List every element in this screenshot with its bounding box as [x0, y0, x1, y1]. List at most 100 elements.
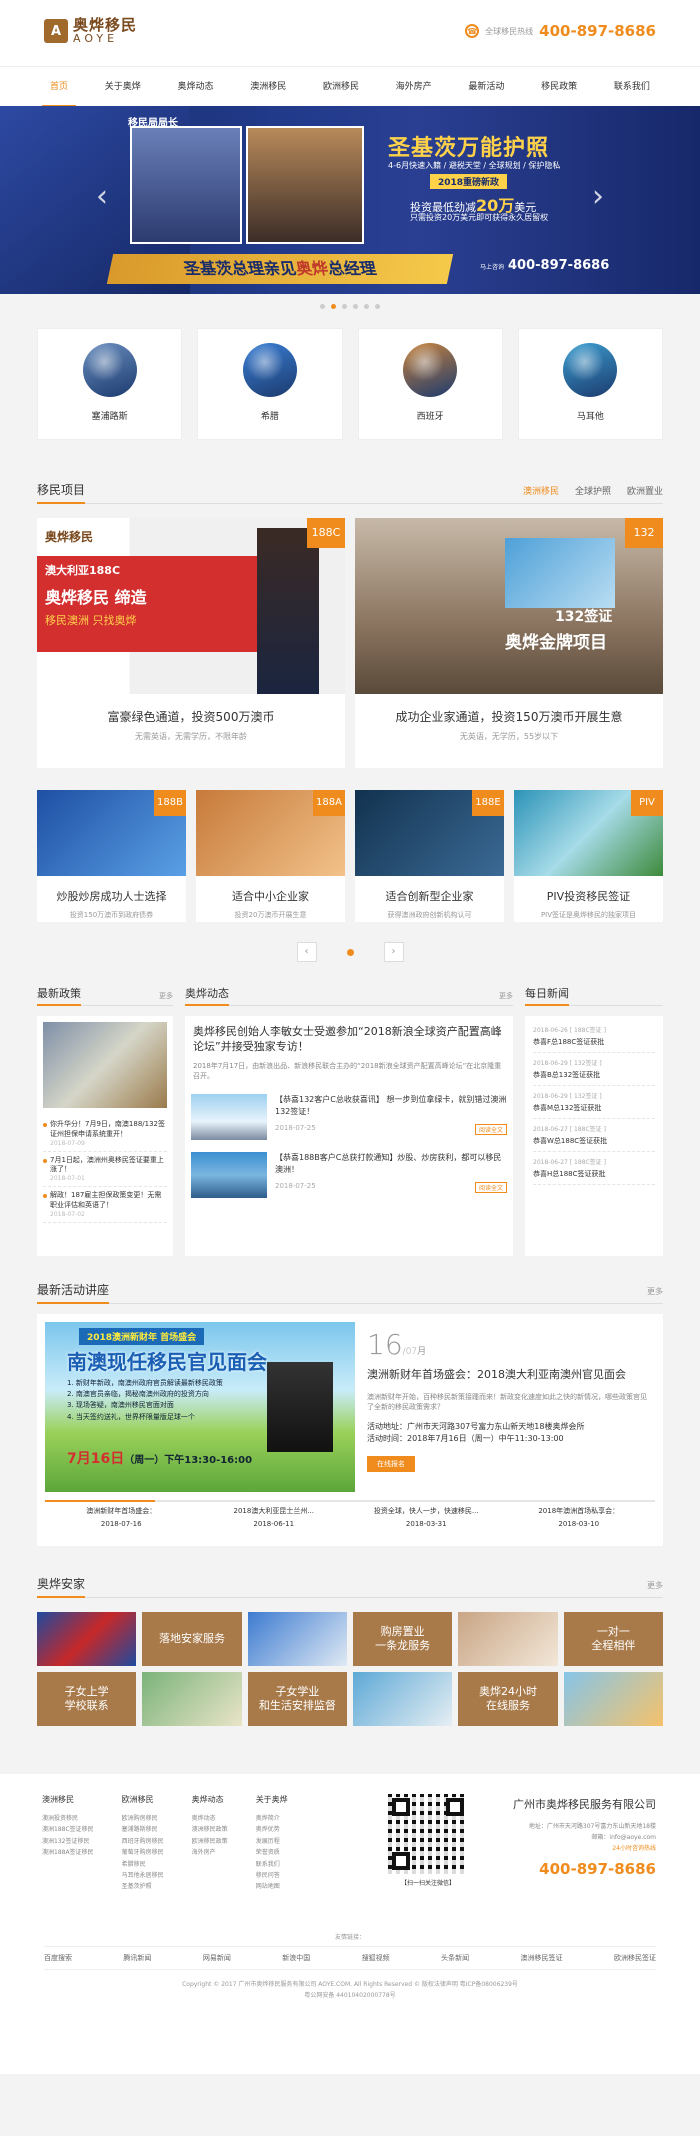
banner-dot-active[interactable]	[331, 303, 336, 309]
nav-item-property[interactable]: 海外房产	[388, 67, 440, 107]
service-tile[interactable]: 购房置业 一条龙服务	[353, 1612, 453, 1666]
footer-link[interactable]: 希腊移民	[122, 1859, 164, 1870]
footer-link[interactable]: 荣誉资质	[256, 1847, 288, 1858]
footer-link[interactable]: 奥烨简介	[256, 1813, 288, 1824]
banner-prev-icon[interactable]: ‹	[96, 182, 108, 212]
site-logo[interactable]: A 奥烨移民 AOYE	[44, 18, 137, 44]
event-poster[interactable]: 2018澳洲新财年 首场盛会 南澳现任移民官见面会 1. 新财年新政，南澳州政府…	[45, 1322, 355, 1492]
footer-link[interactable]: 澳洲投资移民	[42, 1813, 94, 1824]
prev-page-icon[interactable]: ‹	[296, 942, 317, 962]
footer-link[interactable]: 塞浦路斯移民	[122, 1824, 164, 1835]
country-card[interactable]: 马耳他	[517, 328, 663, 440]
footer-link[interactable]: 马耳他永居移民	[122, 1870, 164, 1881]
nav-item-home[interactable]: 首页	[42, 67, 77, 107]
nav-item-contact[interactable]: 联系我们	[606, 67, 658, 107]
footer-link[interactable]: 西班牙购房移民	[122, 1836, 164, 1847]
project-card-small[interactable]: 188E 适合创新型企业家 获得澳洲政府创新机构认可	[355, 790, 504, 922]
friend-link[interactable]: 头条新闻	[441, 1953, 469, 1963]
friend-link[interactable]: 腾讯新闻	[123, 1953, 151, 1963]
event-title[interactable]: 澳洲新财年首场盛会：2018澳大利亚南澳州官见面会	[367, 1367, 651, 1384]
home-more-link[interactable]: 更多	[647, 1580, 663, 1597]
friend-link[interactable]: 新浪中国	[282, 1953, 310, 1963]
banner-dot[interactable]	[342, 303, 347, 309]
nav-item-europe[interactable]: 欧洲移民	[315, 67, 367, 107]
footer-link[interactable]: 移民问答	[256, 1870, 288, 1881]
banner-dot[interactable]	[320, 303, 325, 309]
country-card[interactable]: 希腊	[197, 328, 343, 440]
nav-item-events[interactable]: 最新活动	[460, 67, 512, 107]
event-list-item[interactable]: 澳洲新财年首场盛会： 2018-07-16	[45, 1506, 198, 1528]
country-card[interactable]: 塞浦路斯	[37, 328, 183, 440]
trend-headline[interactable]: 奥烨移民创始人李敏女士受邀参加“2018新浪全球资产配置高峰论坛”并接受独家专访…	[191, 1022, 507, 1057]
event-list-item[interactable]: 2018澳大利亚昆士兰州... 2018-06-11	[198, 1506, 351, 1528]
footer-link[interactable]: 奥烨动态	[192, 1813, 228, 1824]
nav-item-news[interactable]: 奥烨动态	[169, 67, 221, 107]
footer-link[interactable]: 联系我们	[256, 1859, 288, 1870]
service-tile[interactable]: 落地安家服务	[142, 1612, 242, 1666]
events-more-link[interactable]: 更多	[647, 1286, 663, 1303]
register-button[interactable]: 在线报名	[367, 1456, 415, 1473]
service-tile[interactable]: 奥烨24小时 在线服务	[458, 1672, 558, 1726]
friend-link[interactable]: 搜狐视频	[362, 1953, 390, 1963]
event-list-item[interactable]: 2018年澳洲首场私享会： 2018-03-10	[503, 1506, 656, 1528]
project-image: 奥烨移民 澳大利亚188C 奥烨移民 缔造 移民澳洲 只找奥烨	[37, 518, 345, 694]
daily-item[interactable]: 2018-06-29 [ 132签证 ] 恭喜B总132签证获批	[533, 1053, 655, 1086]
friend-link[interactable]: 百度搜索	[44, 1953, 72, 1963]
service-tile[interactable]: 子女学业 和生活安排监督	[247, 1672, 347, 1726]
policy-more-link[interactable]: 更多	[159, 991, 173, 1005]
footer-link[interactable]: 澳洲132签证移民	[42, 1836, 94, 1847]
service-tile[interactable]: 子女上学 学校联系	[37, 1672, 137, 1726]
friend-link[interactable]: 网易新闻	[203, 1953, 231, 1963]
tab-passport[interactable]: 全球护照	[575, 484, 611, 497]
footer-link[interactable]: 海外房产	[192, 1847, 228, 1858]
footer-link[interactable]: 发展历程	[256, 1836, 288, 1847]
trend-item[interactable]: 【恭喜132客户C总收获喜讯】 想一步到位拿绿卡，就别错过澳洲132签证！ 201…	[191, 1093, 507, 1140]
pager-dot[interactable]	[346, 948, 354, 956]
footer-link[interactable]: 葡萄牙购房移民	[122, 1847, 164, 1858]
read-more-button[interactable]: 阅读全文	[474, 1181, 507, 1193]
daily-item[interactable]: 2018-06-29 [ 132签证 ] 恭喜M总132签证获批	[533, 1086, 655, 1119]
footer-link[interactable]: 欧洲购房移民	[122, 1813, 164, 1824]
country-list: 塞浦路斯 希腊 西班牙 马耳他	[37, 328, 663, 440]
next-page-icon[interactable]: ›	[383, 942, 404, 962]
policy-item[interactable]: 解政！187雇主担保政策变更！无需职业评估和英语了！ 2018-07-02	[43, 1187, 167, 1223]
footer-column: 澳洲移民 澳洲投资移民 澳洲188C签证移民 澳洲132签证移民 澳洲188A签证移民	[42, 1794, 94, 1893]
footer-link[interactable]: 欧洲移民政策	[192, 1836, 228, 1847]
footer-link[interactable]: 澳洲移民政策	[192, 1824, 228, 1835]
trend-more-link[interactable]: 更多	[499, 991, 513, 1005]
banner-dot[interactable]	[364, 303, 369, 309]
read-more-button[interactable]: 阅读全文	[474, 1123, 507, 1135]
service-tile[interactable]: 一对一 全程相伴	[563, 1612, 663, 1666]
hero-banner[interactable]: 移民局局长 圣基茨万能护照 4-6月快速入籍 / 避税天堂 / 全球规划 / 保…	[0, 106, 700, 294]
friend-link[interactable]: 欧洲移民签证	[614, 1953, 656, 1963]
footer-link[interactable]: 奥烨优势	[256, 1824, 288, 1835]
project-card-small[interactable]: PIV PIV投资移民签证 PIV签证是奥烨移民的独家项目	[514, 790, 663, 922]
project-card-188c[interactable]: 奥烨移民 澳大利亚188C 奥烨移民 缔造 移民澳洲 只找奥烨 188C 富豪绿…	[37, 518, 345, 768]
policy-image[interactable]	[43, 1022, 167, 1108]
event-list-item[interactable]: 投资全球，快人一步，快速移民... 2018-03-31	[350, 1506, 503, 1528]
banner-dot[interactable]	[375, 303, 380, 309]
nav-item-australia[interactable]: 澳洲移民	[242, 67, 294, 107]
footer-link[interactable]: 澳洲188C签证移民	[42, 1824, 94, 1835]
country-card[interactable]: 西班牙	[357, 328, 503, 440]
policy-item[interactable]: 你升华分！7月9日，南澳188/132签证州担保申请系统重开！ 2018-07-0…	[43, 1116, 167, 1152]
friend-link[interactable]: 澳洲移民签证	[521, 1953, 563, 1963]
project-card-132[interactable]: 132签证 奥烨金牌项目 132 成功企业家通道，投资150万澳币开展生意 无英…	[355, 518, 663, 768]
project-sub: 无英语，无学历，55岁以下	[459, 732, 559, 741]
daily-item[interactable]: 2018-06-26 [ 188C签证 ] 恭喜F总188C签证获批	[533, 1020, 655, 1053]
tab-australia[interactable]: 澳洲移民	[523, 484, 559, 497]
daily-item[interactable]: 2018-06-27 [ 188C签证 ] 恭喜H总188C签证获批	[533, 1152, 655, 1185]
project-card-small[interactable]: 188B 炒股炒房成功人士选择 投资150万澳币到政府债券	[37, 790, 186, 922]
footer-link[interactable]: 澳洲188A签证移民	[42, 1847, 94, 1858]
footer-link[interactable]: 网站地图	[256, 1881, 288, 1892]
trend-item[interactable]: 【恭喜188B客户C总获打款通知】炒股、炒房获利，都可以移民澳洲！ 2018-07…	[191, 1151, 507, 1198]
nav-item-about[interactable]: 关于奥烨	[97, 67, 149, 107]
daily-item[interactable]: 2018-06-27 [ 188C签证 ] 恭喜W总188C签证获批	[533, 1119, 655, 1152]
project-card-small[interactable]: 188A 适合中小企业家 投资20万澳币开展生意	[196, 790, 345, 922]
tab-europe[interactable]: 欧洲置业	[627, 484, 663, 497]
banner-next-icon[interactable]: ›	[592, 182, 604, 212]
footer-link[interactable]: 圣基茨护照	[122, 1881, 164, 1892]
policy-item[interactable]: 7月1日起，澳洲州奥移民签证要重上涨了！ 2018-07-01	[43, 1152, 167, 1188]
banner-dot[interactable]	[353, 303, 358, 309]
nav-item-policy[interactable]: 移民政策	[533, 67, 585, 107]
